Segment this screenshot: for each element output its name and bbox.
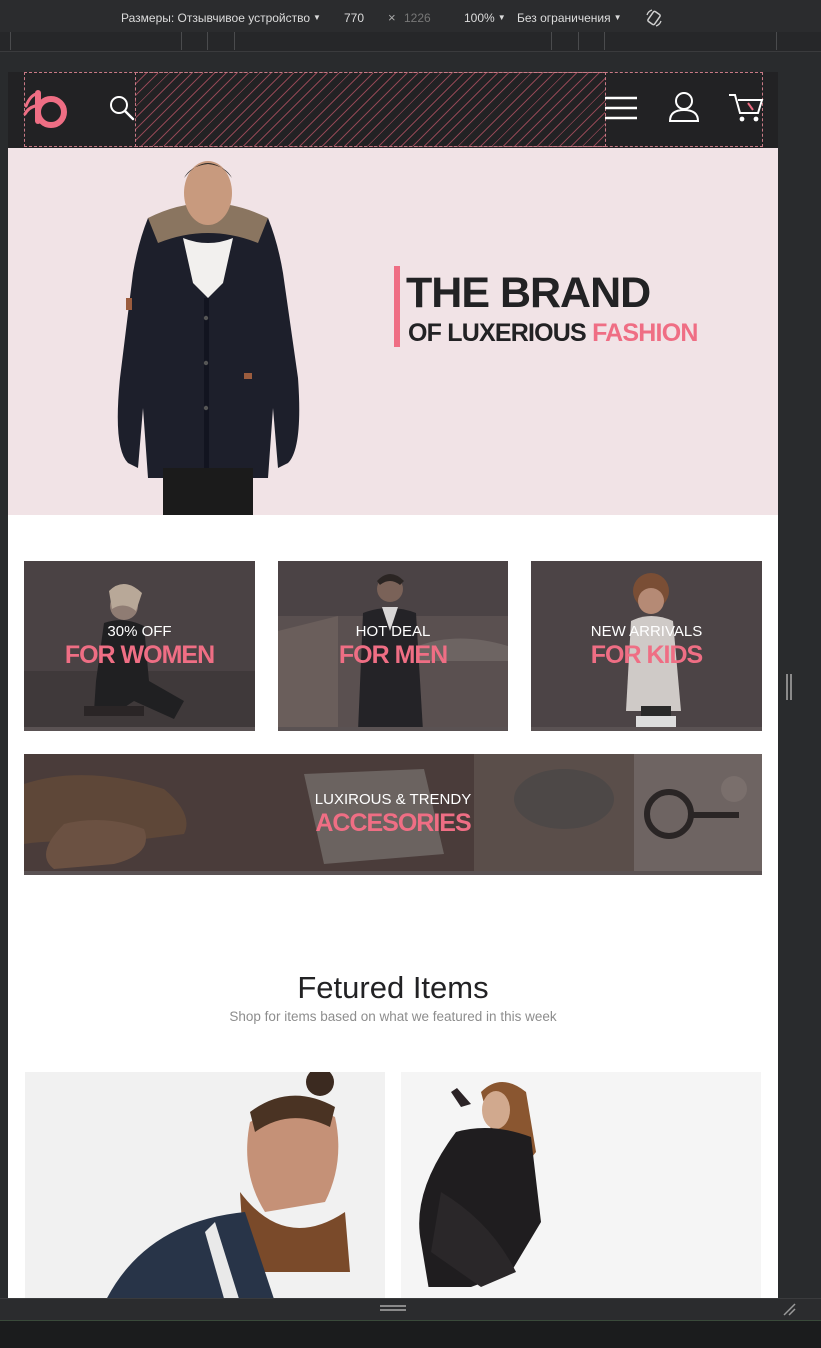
- hero-banner[interactable]: THE BRAND OF LUXERIOUS FASHION: [8, 148, 778, 515]
- category-accessories[interactable]: LUXIROUS & TRENDY ACCESORIES: [24, 754, 762, 875]
- caret-down-icon: ▼: [497, 13, 506, 22]
- featured-item-card[interactable]: [25, 1072, 385, 1298]
- zoom-dropdown[interactable]: 100% ▼: [464, 11, 506, 25]
- caret-down-icon: ▼: [313, 13, 321, 22]
- caret-down-icon: ▼: [613, 13, 622, 22]
- category-caption: NEW ARRIVALS FOR KIDS: [531, 623, 762, 670]
- viewport-bottom-bar: [0, 1298, 821, 1320]
- category-big-label: FOR KIDS: [590, 641, 703, 669]
- height-input[interactable]: 1226: [404, 11, 431, 25]
- category-small-label: NEW ARRIVALS: [590, 623, 703, 640]
- cart-icon[interactable]: [728, 90, 764, 124]
- menu-icon[interactable]: [604, 94, 638, 122]
- device-dropdown[interactable]: Размеры: Отзывчивое устройство ▼: [121, 11, 321, 25]
- device-label: Размеры: Отзывчивое устройство: [121, 11, 311, 25]
- site-header: [8, 72, 778, 148]
- category-shade: [531, 727, 762, 731]
- rotate-icon[interactable]: [644, 8, 664, 28]
- featured-item-image: [25, 1072, 385, 1298]
- search-icon[interactable]: [108, 94, 136, 122]
- category-men[interactable]: HOT DEAL FOR MEN: [278, 561, 508, 731]
- corner-resize-icon[interactable]: [782, 1302, 796, 1316]
- category-caption: HOT DEAL FOR MEN: [278, 623, 508, 670]
- category-women[interactable]: 30% OFF FOR WOMEN: [24, 561, 255, 731]
- logo-icon[interactable]: [22, 86, 70, 130]
- height-resize-handle[interactable]: [380, 1305, 406, 1311]
- featured-item-card[interactable]: [401, 1072, 761, 1298]
- hero-model-image: [117, 161, 300, 515]
- throttle-dropdown[interactable]: Без ограничения ▼: [517, 11, 622, 25]
- category-small-label: 30% OFF: [107, 623, 172, 640]
- category-big-label: FOR WOMEN: [64, 641, 215, 669]
- category-caption: 30% OFF FOR WOMEN: [24, 623, 255, 670]
- status-strip: [0, 1320, 821, 1348]
- devtools-toolbar: Размеры: Отзывчивое устройство ▼ 770 × 12…: [0, 0, 821, 36]
- featured-title: Fetured Items: [297, 970, 489, 1005]
- category-shade: [24, 871, 762, 875]
- category-small-label: LUXIROUS & TRENDY: [314, 791, 472, 808]
- category-shade: [278, 727, 508, 731]
- zoom-label: 100%: [464, 11, 495, 25]
- featured-subtitle: Shop for items based on what we featured…: [229, 1009, 557, 1024]
- featured-item-image: [401, 1072, 761, 1298]
- category-small-label: HOT DEAL: [355, 623, 431, 640]
- user-icon[interactable]: [667, 90, 701, 124]
- category-caption: LUXIROUS & TRENDY ACCESORIES: [24, 791, 762, 838]
- throttle-label: Без ограничения: [517, 11, 611, 25]
- category-shade: [24, 727, 255, 731]
- element-highlight-overlay: [135, 72, 606, 147]
- width-resize-handle[interactable]: [786, 674, 792, 700]
- page-viewport: THE BRAND OF LUXERIOUS FASHION 30% OFF F…: [8, 72, 778, 1298]
- hero-subtitle-prefix: OF LUXERIOUS: [408, 319, 587, 347]
- media-query-ruler: [0, 32, 821, 52]
- category-big-label: FOR MEN: [338, 641, 448, 669]
- category-big-label: ACCESORIES: [315, 809, 471, 837]
- hero-subtitle-accent: FASHION: [592, 319, 698, 347]
- width-input[interactable]: 770: [344, 11, 364, 25]
- hero-title: THE BRAND: [406, 269, 651, 317]
- hero-accent-bar: [394, 266, 400, 347]
- category-kids[interactable]: NEW ARRIVALS FOR KIDS: [531, 561, 762, 731]
- times-separator: ×: [388, 10, 396, 25]
- hero-subtitle: OF LUXERIOUS FASHION: [408, 316, 698, 350]
